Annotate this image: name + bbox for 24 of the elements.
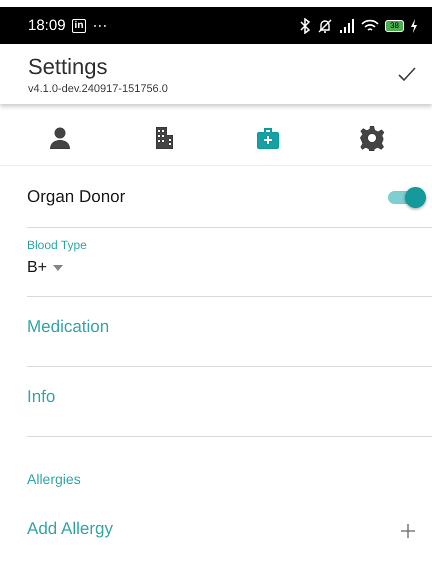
muted-bell-icon [317,18,334,34]
blood-type-label: Blood Type [27,238,88,252]
allergies-header: Allergies [27,471,82,487]
section-link[interactable]: Info [27,387,56,406]
check-icon[interactable] [398,66,416,82]
wifi-icon [361,18,380,32]
blood-type-dropdown[interactable]: B+ [27,259,64,277]
more-notifications: ··· [92,17,108,34]
page-title: Settings [28,54,108,80]
caret-icon [53,265,64,271]
app-notification-icon: in [72,18,86,32]
organ-donor-toggle[interactable] [386,184,426,208]
organ-donor-label: Organ Donor [27,186,126,206]
person-icon [47,124,73,150]
settings-icon [359,124,385,150]
signal-icon [339,18,356,32]
bluetooth-icon [299,18,312,34]
status-time: 18:09 [28,17,66,34]
section-link[interactable]: Medication [27,317,110,336]
charging-icon [410,18,418,32]
version-text: v4.1.0-dev.240917-151756.0 [28,82,169,94]
add-icon[interactable] [400,523,416,539]
add-allergy-link[interactable]: Add Allergy [27,519,113,539]
battery-icon: 38 [385,20,404,32]
